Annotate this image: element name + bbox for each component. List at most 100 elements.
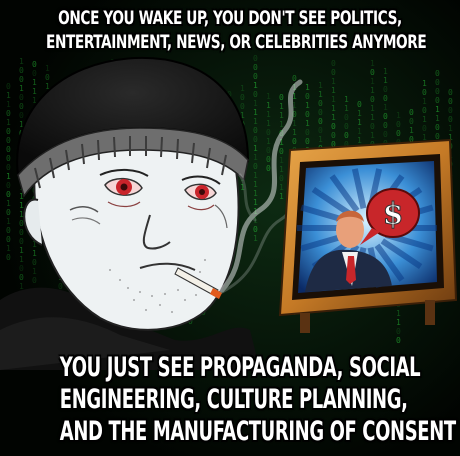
svg-text:0: 0 — [435, 69, 440, 78]
svg-text:1: 1 — [357, 127, 362, 136]
svg-text:0: 0 — [6, 226, 11, 235]
svg-text:0: 0 — [253, 63, 258, 72]
svg-text:0: 0 — [19, 237, 24, 246]
svg-text:1: 1 — [318, 81, 323, 90]
svg-text:1: 1 — [331, 95, 336, 104]
svg-text:1: 1 — [253, 99, 258, 108]
svg-text:0: 0 — [435, 96, 440, 105]
svg-text:0: 0 — [344, 113, 349, 122]
svg-text:1: 1 — [396, 111, 401, 120]
svg-text:1: 1 — [253, 234, 258, 243]
svg-text:1: 1 — [305, 83, 310, 92]
svg-text:1: 1 — [253, 180, 258, 189]
svg-text:0: 0 — [6, 190, 11, 199]
svg-text:1: 1 — [383, 103, 388, 112]
svg-text:1: 1 — [19, 84, 24, 93]
svg-text:0: 0 — [19, 219, 24, 228]
svg-text:0: 0 — [383, 94, 388, 103]
svg-text:0: 0 — [6, 82, 11, 91]
svg-text:0: 0 — [19, 75, 24, 84]
svg-text:0: 0 — [370, 68, 375, 77]
svg-text:0: 0 — [448, 97, 453, 106]
svg-text:1: 1 — [253, 81, 258, 90]
svg-text:1: 1 — [6, 199, 11, 208]
svg-text:1: 1 — [6, 217, 11, 226]
svg-text:1: 1 — [279, 183, 284, 192]
svg-text:0: 0 — [6, 253, 11, 262]
svg-text:0: 0 — [435, 132, 440, 141]
svg-text:0: 0 — [32, 258, 37, 267]
svg-text:0: 0 — [331, 122, 336, 131]
svg-text:1: 1 — [422, 115, 427, 124]
svg-text:1: 1 — [318, 135, 323, 144]
meme-image: 0110100000100101001010010001001000111100… — [0, 0, 460, 456]
svg-text:1: 1 — [396, 318, 401, 327]
svg-text:0: 0 — [6, 145, 11, 154]
svg-text:0: 0 — [253, 72, 258, 81]
svg-text:0: 0 — [19, 264, 24, 273]
svg-text:0: 0 — [435, 123, 440, 132]
svg-text:1: 1 — [370, 104, 375, 113]
svg-text:0: 0 — [279, 174, 284, 183]
svg-text:0: 0 — [305, 128, 310, 137]
svg-text:0: 0 — [19, 228, 24, 237]
bottom-caption-line-1: YOU JUST SEE PROPAGANDA, SOCIAL — [59, 352, 421, 383]
svg-text:0: 0 — [383, 130, 388, 139]
svg-text:0: 0 — [396, 336, 401, 345]
svg-text:0: 0 — [383, 112, 388, 121]
svg-text:0: 0 — [266, 155, 271, 164]
svg-text:0: 0 — [6, 181, 11, 190]
tv-set: $ — [278, 138, 458, 333]
svg-text:0: 0 — [435, 87, 440, 96]
svg-text:0: 0 — [331, 68, 336, 77]
svg-text:0: 0 — [422, 124, 427, 133]
svg-text:0: 0 — [448, 106, 453, 115]
svg-text:1: 1 — [448, 124, 453, 133]
svg-text:0: 0 — [305, 137, 310, 146]
svg-text:0: 0 — [32, 276, 37, 285]
svg-text:0: 0 — [32, 60, 37, 69]
svg-text:1: 1 — [6, 91, 11, 100]
svg-text:1: 1 — [279, 102, 284, 111]
dollar-sign: $ — [383, 197, 404, 232]
svg-text:0: 0 — [279, 93, 284, 102]
svg-text:1: 1 — [435, 105, 440, 114]
svg-text:1: 1 — [279, 111, 284, 120]
svg-text:0: 0 — [448, 115, 453, 124]
svg-text:0: 0 — [435, 78, 440, 87]
svg-text:1: 1 — [32, 249, 37, 258]
svg-text:0: 0 — [253, 54, 258, 63]
svg-text:0: 0 — [396, 120, 401, 129]
svg-text:0: 0 — [253, 135, 258, 144]
svg-text:1: 1 — [19, 201, 24, 210]
svg-text:1: 1 — [240, 84, 245, 93]
svg-text:0: 0 — [240, 93, 245, 102]
svg-text:1: 1 — [253, 189, 258, 198]
svg-text:1: 1 — [305, 119, 310, 128]
svg-text:1: 1 — [32, 87, 37, 96]
svg-text:0: 0 — [318, 99, 323, 108]
svg-text:0: 0 — [32, 69, 37, 78]
svg-text:1: 1 — [422, 97, 427, 106]
svg-text:1: 1 — [253, 153, 258, 162]
svg-text:0: 0 — [6, 208, 11, 217]
top-caption: ONCE YOU WAKE UP, YOU DON'T SEE POLITICS… — [46, 6, 427, 54]
svg-text:1: 1 — [357, 136, 362, 145]
svg-text:1: 1 — [279, 120, 284, 129]
svg-text:1: 1 — [266, 92, 271, 101]
bottom-caption-line-3: AND THE MANUFACTURING OF CONSENT — [59, 416, 456, 447]
svg-text:0: 0 — [253, 126, 258, 135]
svg-text:0: 0 — [279, 147, 284, 156]
top-caption-line-2: ENTERTAINMENT, NEWS, OR CELEBRITIES ANYM… — [46, 31, 427, 53]
svg-text:0: 0 — [6, 154, 11, 163]
svg-text:1: 1 — [305, 101, 310, 110]
svg-text:1: 1 — [266, 119, 271, 128]
svg-text:0: 0 — [19, 93, 24, 102]
svg-text:0: 0 — [383, 121, 388, 130]
svg-text:0: 0 — [318, 126, 323, 135]
svg-text:1: 1 — [19, 246, 24, 255]
svg-text:1: 1 — [266, 137, 271, 146]
svg-text:1: 1 — [435, 114, 440, 123]
svg-text:1: 1 — [279, 165, 284, 174]
svg-text:1: 1 — [370, 113, 375, 122]
